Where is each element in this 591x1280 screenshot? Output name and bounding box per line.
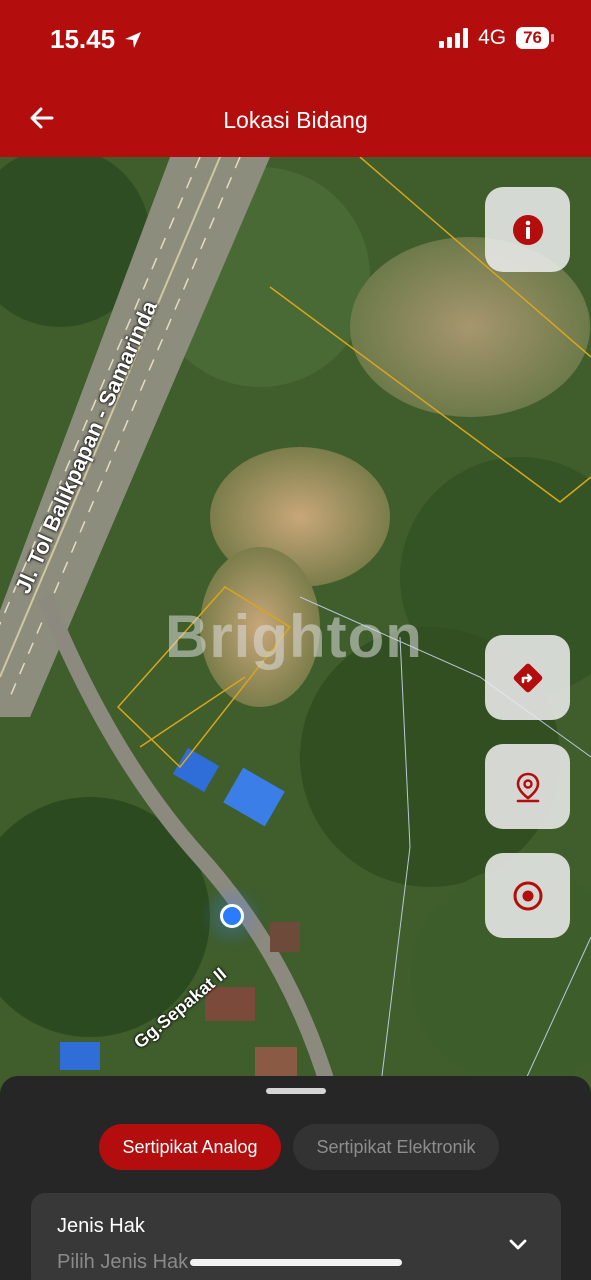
field-label: Jenis Hak [57,1215,145,1237]
sheet-drag-handle[interactable] [266,1088,326,1094]
current-location-marker [220,904,244,928]
info-icon [512,214,543,245]
satellite-map[interactable]: Jl. Tol Balikpapan - Samarinda Gg.Sepaka… [0,157,591,1092]
location-pin-button[interactable] [485,744,570,829]
info-button[interactable] [485,187,570,272]
location-pin-icon [516,772,539,802]
my-location-button[interactable] [485,853,570,938]
jenis-hak-select[interactable]: Jenis Hak Pilih Jenis Hak [31,1193,561,1280]
battery-icon: 76 [516,27,554,49]
tab-sertipikat-analog[interactable]: Sertipikat Analog [99,1124,281,1170]
field-placeholder: Pilih Jenis Hak [57,1251,189,1273]
signal-icon [439,28,469,48]
bottom-sheet: Sertipikat Analog Sertipikat Elektronik … [0,1076,591,1280]
status-time-text: 15.45 [50,24,116,54]
home-indicator[interactable] [190,1259,402,1266]
location-arrow-icon [125,31,142,48]
network-label: 4G [478,26,507,49]
chevron-down-icon [509,1239,527,1250]
watermark: Brighton [165,603,423,670]
page-title: Lokasi Bidang [223,107,368,133]
directions-button[interactable] [485,635,570,720]
app-header: 15.45 4G 76 Lokasi Bidang [0,0,591,157]
directions-icon [513,663,542,692]
target-icon [513,881,542,910]
tab-sertipikat-elektronik[interactable]: Sertipikat Elektronik [293,1124,499,1170]
status-indicators: 4G 76 [439,26,554,50]
status-time: 15.45 [50,24,143,55]
